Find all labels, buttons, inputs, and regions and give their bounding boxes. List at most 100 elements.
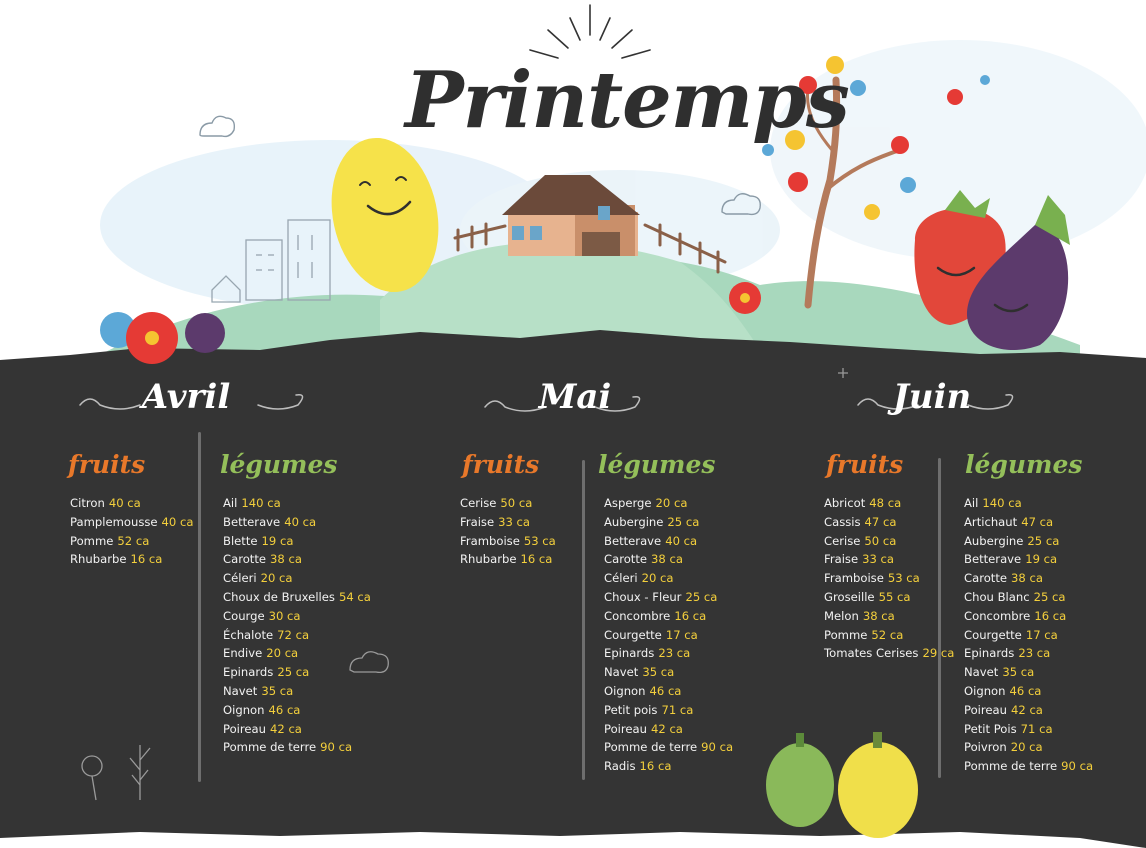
fruits-list-mai: Cerise 50 ca Fraise 33 ca Framboise 53 ca Rhub… [460, 494, 556, 569]
item-calories: 47 ca [1021, 514, 1054, 529]
item-calories: 46 ca [1009, 683, 1042, 698]
item-calories: 23 ca [658, 646, 691, 661]
list-item: Epinards 25 ca [223, 663, 371, 682]
item-calories: 53 ca [523, 533, 556, 548]
item-calories: 33 ca [862, 552, 895, 567]
item-calories: 20 ca [266, 646, 299, 661]
list-item: Courge 30 ca [223, 607, 371, 626]
list-item: Carotte 38 ca [604, 550, 733, 569]
item-name: Blette [223, 533, 258, 548]
item-calories: 17 ca [1025, 627, 1058, 642]
list-item: Céleri 20 ca [604, 569, 733, 588]
list-item: Concombre 16 ca [964, 607, 1093, 626]
list-item: Betterave 19 ca [964, 550, 1093, 569]
item-name: Courge [223, 608, 265, 623]
page-title: Printemps [405, 55, 850, 146]
item-name: Rhubarbe [460, 552, 517, 567]
list-item: Petit Pois 71 ca [964, 720, 1093, 739]
list-item: Artichaut 47 ca [964, 513, 1093, 532]
list-item: Pomme 52 ca [70, 532, 193, 551]
item-name: Artichaut [964, 514, 1018, 529]
list-item: Oignon 46 ca [223, 701, 371, 720]
item-name: Citron [70, 496, 105, 510]
legumes-heading-juin: légumes [965, 450, 1083, 479]
item-name: Céleri [604, 571, 638, 586]
item-calories: 38 ca [862, 608, 895, 623]
list-item: Petit pois 71 ca [604, 701, 733, 720]
fruits-heading-avril: fruits [68, 450, 146, 479]
list-item: Aubergine 25 ca [964, 532, 1093, 551]
item-calories: 71 ca [661, 702, 694, 717]
item-calories: 42 ca [270, 721, 302, 736]
item-name: Pomme de terre [604, 740, 698, 755]
item-name: Epinards [604, 646, 655, 661]
item-calories: 54 ca [338, 589, 371, 604]
item-name: Courgette [604, 627, 662, 642]
item-calories: 25 ca [277, 665, 310, 680]
item-calories: 40 ca [108, 496, 141, 510]
list-item: Tomates Cerises 29 ca [824, 644, 954, 663]
legumes-list-avril: Ail 140 ca Betterave 40 ca Blette 19 ca Carott… [223, 494, 371, 757]
item-name: Courgette [964, 627, 1022, 642]
item-name: Epinards [964, 646, 1015, 661]
item-name: Epinards [223, 665, 274, 680]
item-calories: 40 ca [665, 533, 698, 548]
item-calories: 53 ca [887, 571, 920, 586]
item-name: Céleri [223, 571, 257, 586]
item-name: Chou Blanc [964, 589, 1030, 604]
item-name: Poivron [964, 740, 1007, 755]
list-item: Poireau 42 ca [223, 720, 371, 739]
column-divider [198, 432, 201, 782]
list-item: Carotte 38 ca [223, 550, 371, 569]
item-name: Asperge [604, 496, 652, 510]
item-name: Melon [824, 608, 859, 623]
item-calories: 35 ca [261, 683, 294, 698]
list-item: Échalote 72 ca [223, 626, 371, 645]
item-calories: 33 ca [498, 514, 531, 529]
item-calories: 25 ca [1033, 589, 1066, 604]
item-name: Abricot [824, 496, 866, 510]
list-item: Framboise 53 ca [460, 532, 556, 551]
list-item: Epinards 23 ca [964, 644, 1093, 663]
item-name: Concombre [604, 608, 671, 623]
fruits-list-juin: Abricot 48 ca Cassis 47 ca Cerise 50 ca Fraise… [824, 494, 954, 663]
column-divider [582, 460, 585, 780]
item-calories: 38 ca [1011, 571, 1043, 586]
item-calories: 16 ca [1034, 608, 1067, 623]
fruits-heading-mai: fruits [462, 450, 540, 479]
item-calories: 19 ca [261, 533, 294, 548]
item-name: Carotte [223, 552, 267, 567]
list-item: Melon 38 ca [824, 607, 954, 626]
list-item: Betterave 40 ca [604, 532, 733, 551]
list-item: Aubergine 25 ca [604, 513, 733, 532]
item-calories: 25 ca [667, 514, 700, 529]
item-calories: 29 ca [922, 646, 955, 661]
item-name: Petit pois [604, 702, 658, 717]
list-item: Pamplemousse 40 ca [70, 513, 193, 532]
list-item: Ail 140 ca [964, 494, 1093, 513]
list-item: Abricot 48 ca [824, 494, 954, 513]
item-calories: 30 ca [268, 608, 301, 623]
fruits-list-avril: Citron 40 ca Pamplemousse 40 ca Pomme 52 ca Rh… [70, 494, 193, 569]
list-item: Pomme de terre 90 ca [223, 738, 371, 757]
list-item: Chou Blanc 25 ca [964, 588, 1093, 607]
item-name: Aubergine [604, 514, 664, 529]
item-name: Navet [223, 683, 258, 698]
list-item: Cassis 47 ca [824, 513, 954, 532]
item-calories: 20 ca [641, 571, 674, 586]
item-name: Choux de Bruxelles [223, 589, 335, 604]
item-calories: 38 ca [270, 552, 302, 567]
item-name: Pomme [824, 627, 868, 642]
list-item: Cerise 50 ca [460, 494, 556, 513]
list-item: Asperge 20 ca [604, 494, 733, 513]
item-calories: 50 ca [500, 496, 533, 510]
item-name: Ail [964, 496, 979, 510]
list-item: Pomme 52 ca [824, 626, 954, 645]
list-item: Pomme de terre 90 ca [604, 738, 733, 757]
item-name: Cassis [824, 514, 861, 529]
item-calories: 38 ca [651, 552, 683, 567]
list-item: Radis 16 ca [604, 757, 733, 776]
list-item: Pomme de terre 90 ca [964, 757, 1093, 776]
sun-rays-icon [529, 4, 651, 59]
item-calories: 90 ca [1061, 759, 1094, 774]
